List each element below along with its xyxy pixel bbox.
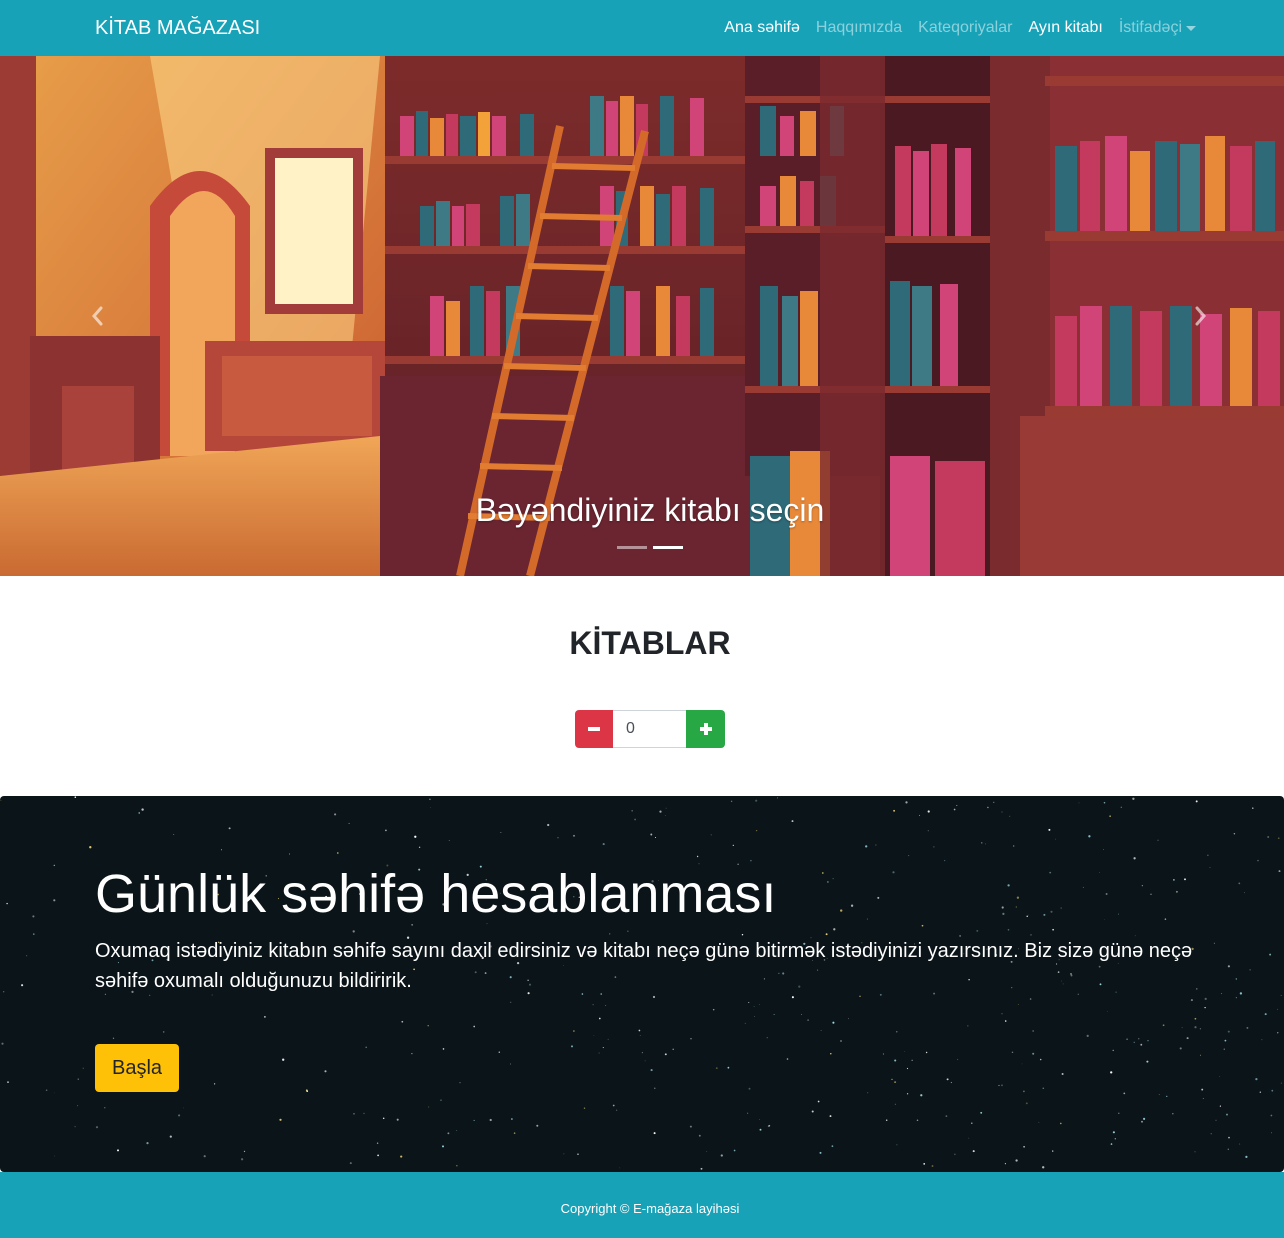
chevron-left-icon [92, 306, 103, 326]
nav-link-about[interactable]: Haqqımızda [816, 18, 902, 38]
books-section-title: KİTABLAR [569, 625, 731, 661]
page-calculator-jumbotron: Günlük səhifə hesablanması Oxumaq istədi… [0, 796, 1284, 1172]
nav-link-book-of-month[interactable]: Ayın kitabı [1028, 18, 1102, 38]
decrement-button[interactable] [575, 710, 613, 748]
footer-copyright: Copyright © E-mağaza layihəsi [560, 1201, 740, 1216]
jumbotron-title: Günlük səhifə hesablanması [95, 864, 777, 924]
plus-icon [699, 723, 712, 735]
carousel-indicators [617, 546, 683, 549]
footer: Copyright © E-mağaza layihəsi [0, 1172, 1284, 1238]
carousel-caption: Bəyəndiyiniz kitabı seçin [475, 492, 825, 528]
carousel-indicator-1[interactable] [617, 546, 647, 549]
user-dropdown-label: İstifadəçi [1118, 19, 1182, 36]
nav-link-categories[interactable]: Kateqoriyalar [918, 18, 1012, 38]
nav-menu: Ana səhifə Haqqımızda Kateqoriyalar Ayın… [724, 18, 1196, 38]
increment-button[interactable] [686, 710, 725, 748]
quantity-input[interactable] [613, 710, 686, 748]
brand-logo[interactable]: KİTAB MAĞAZASI [95, 16, 260, 40]
navbar: KİTAB MAĞAZASI Ana səhifə Haqqımızda Kat… [0, 0, 1284, 56]
start-button[interactable]: Başla [95, 1044, 179, 1092]
hero-carousel: Bəyəndiyiniz kitabı seçin [0, 56, 1284, 576]
carousel-indicator-2[interactable] [653, 546, 683, 549]
nav-link-home[interactable]: Ana səhifə [724, 18, 800, 38]
jumbotron-description: Oxumaq istədiyiniz kitabın səhifə sayını… [95, 940, 1193, 992]
carousel-prev-button[interactable] [87, 302, 107, 330]
carousel-next-button[interactable] [1191, 302, 1211, 330]
quantity-stepper [575, 710, 725, 748]
user-dropdown[interactable]: İstifadəçi [1119, 18, 1196, 38]
caret-down-icon [1186, 25, 1196, 31]
minus-icon [588, 727, 600, 731]
chevron-right-icon [1195, 306, 1206, 326]
